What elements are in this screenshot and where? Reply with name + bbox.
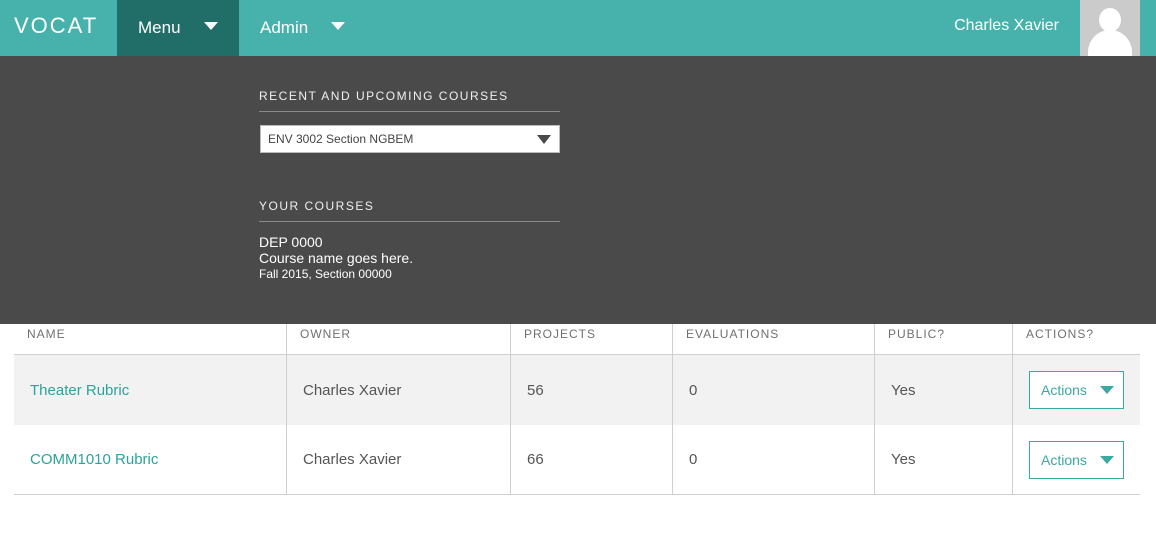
rubric-name-link[interactable]: Theater Rubric	[30, 382, 129, 399]
column-header-actions: ACTIONS?	[1012, 324, 1140, 354]
chevron-down-icon	[204, 22, 218, 30]
column-header-owner: OWNER	[286, 324, 510, 354]
course-code: DEP 0000	[259, 234, 323, 250]
actions-dropdown-button[interactable]: Actions	[1029, 441, 1124, 479]
course-link[interactable]: DEP 0000 Course name goes here. Fall 201…	[259, 234, 413, 282]
chevron-down-icon	[331, 22, 345, 30]
actions-cell: Actions	[1012, 425, 1140, 494]
course-term: Fall 2015, Section 00000	[259, 267, 392, 281]
menu-nav-label: Menu	[138, 18, 181, 37]
user-name[interactable]: Charles Xavier	[954, 17, 1059, 35]
evaluations-cell: 0	[672, 355, 874, 425]
menu-dropdown-panel: RECENT AND UPCOMING COURSES ENV 3002 Sec…	[0, 56, 1156, 324]
actions-label: Actions	[1041, 452, 1087, 468]
owner-cell: Charles Xavier	[286, 355, 510, 425]
name-cell: COMM1010 Rubric	[14, 425, 286, 494]
table-row: COMM1010 Rubric Charles Xavier 66 0 Yes …	[14, 425, 1140, 495]
admin-nav-label: Admin	[260, 18, 309, 37]
chevron-down-icon	[1100, 456, 1114, 464]
public-cell: Yes	[874, 355, 1012, 425]
column-header-public: PUBLIC?	[874, 324, 1012, 354]
avatar[interactable]	[1080, 0, 1140, 56]
projects-cell: 56	[510, 355, 672, 425]
recent-courses-heading: RECENT AND UPCOMING COURSES	[259, 89, 560, 112]
course-name: Course name goes here.	[259, 250, 414, 266]
menu-nav-button[interactable]: Menu	[117, 0, 239, 56]
column-header-evaluations: EVALUATIONS	[672, 324, 874, 354]
actions-label: Actions	[1041, 382, 1087, 398]
owner-cell: Charles Xavier	[286, 425, 510, 494]
chevron-down-icon	[1100, 386, 1114, 394]
top-bar: VOCAT Menu Admin Charles Xavier	[0, 0, 1156, 56]
column-header-projects: PROJECTS	[510, 324, 672, 354]
column-header-name: NAME	[27, 327, 66, 341]
course-select[interactable]: ENV 3002 Section NGBEM	[260, 125, 560, 153]
name-cell: Theater Rubric	[14, 355, 286, 425]
table-header-row: NAME OWNER PROJECTS EVALUATIONS PUBLIC? …	[14, 324, 1140, 355]
evaluations-cell: 0	[672, 425, 874, 494]
chevron-down-icon	[537, 135, 551, 144]
your-courses-heading: YOUR COURSES	[259, 199, 560, 222]
table-row: Theater Rubric Charles Xavier 56 0 Yes A…	[14, 355, 1140, 425]
course-select-value: ENV 3002 Section NGBEM	[268, 132, 414, 146]
projects-cell: 66	[510, 425, 672, 494]
rubric-name-link[interactable]: COMM1010 Rubric	[30, 451, 158, 468]
actions-cell: Actions	[1012, 355, 1140, 425]
actions-dropdown-button[interactable]: Actions	[1029, 371, 1124, 409]
public-cell: Yes	[874, 425, 1012, 494]
user-silhouette-body	[1088, 30, 1132, 56]
user-silhouette-icon	[1099, 8, 1121, 32]
admin-nav-button[interactable]: Admin	[239, 0, 366, 56]
vocat-logo[interactable]: VOCAT	[14, 13, 98, 39]
rubrics-table: NAME OWNER PROJECTS EVALUATIONS PUBLIC? …	[14, 324, 1140, 495]
